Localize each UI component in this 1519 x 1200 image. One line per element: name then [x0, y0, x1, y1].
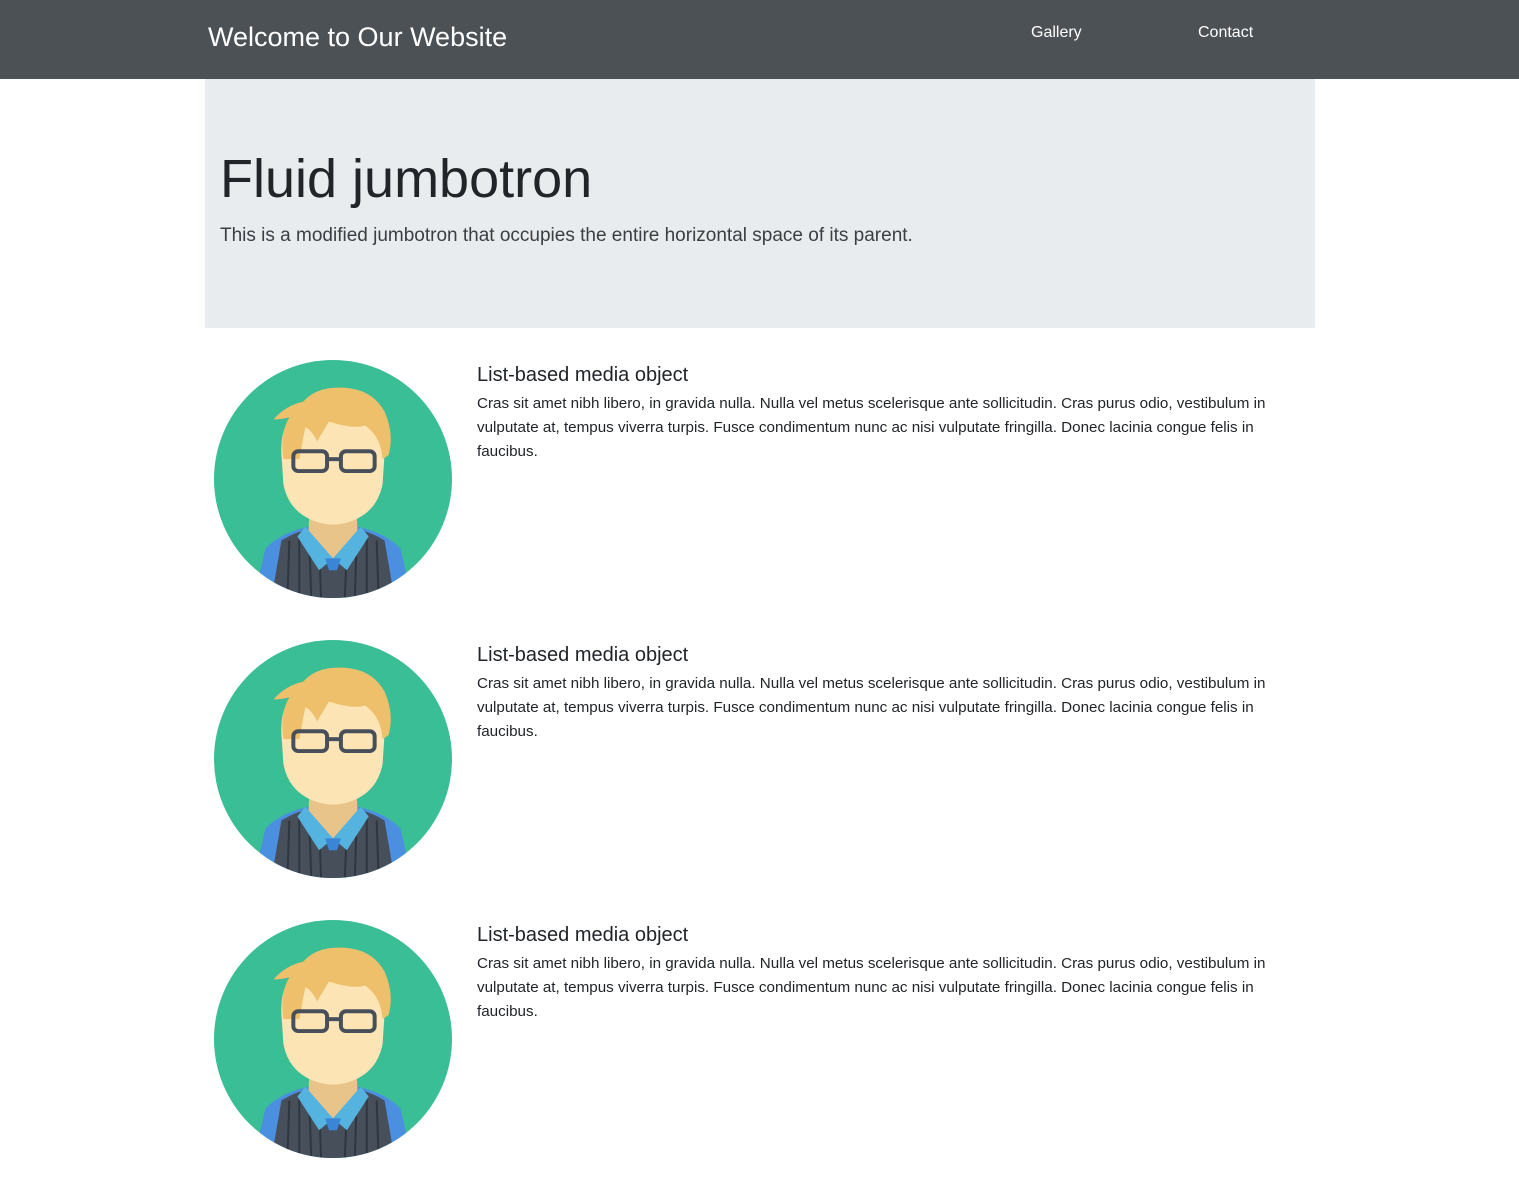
media-body: List-based media object Cras sit amet ni… [477, 920, 1305, 1024]
media-item: List-based media object Cras sit amet ni… [205, 360, 1315, 640]
navbar-brand[interactable]: Welcome to Our Website [208, 20, 507, 54]
media-item: List-based media object Cras sit amet ni… [205, 640, 1315, 920]
jumbotron: Fluid jumbotron This is a modified jumbo… [205, 79, 1315, 328]
media-text: Cras sit amet nibh libero, in gravida nu… [477, 675, 1266, 740]
media-text: Cras sit amet nibh libero, in gravida nu… [477, 395, 1266, 460]
person-with-glasses-avatar-icon [214, 360, 452, 598]
nav-link-gallery[interactable]: Gallery [1031, 22, 1082, 44]
jumbotron-lead: This is a modified jumbotron that occupi… [220, 225, 913, 246]
media-heading: List-based media object [477, 644, 689, 666]
media-heading: List-based media object [477, 924, 689, 946]
top-navbar: Welcome to Our Website Gallery Contact [0, 0, 1519, 79]
media-heading: List-based media object [477, 364, 689, 386]
media-item: List-based media object Cras sit amet ni… [205, 920, 1315, 1200]
media-body: List-based media object Cras sit amet ni… [477, 360, 1305, 464]
media-text: Cras sit amet nibh libero, in gravida nu… [477, 955, 1266, 1020]
person-with-glasses-avatar-icon [214, 920, 452, 1158]
media-list: List-based media object Cras sit amet ni… [205, 360, 1315, 1200]
person-with-glasses-avatar-icon [214, 640, 452, 878]
jumbotron-title: Fluid jumbotron [220, 149, 593, 209]
nav-link-contact[interactable]: Contact [1198, 22, 1253, 44]
media-body: List-based media object Cras sit amet ni… [477, 640, 1305, 744]
